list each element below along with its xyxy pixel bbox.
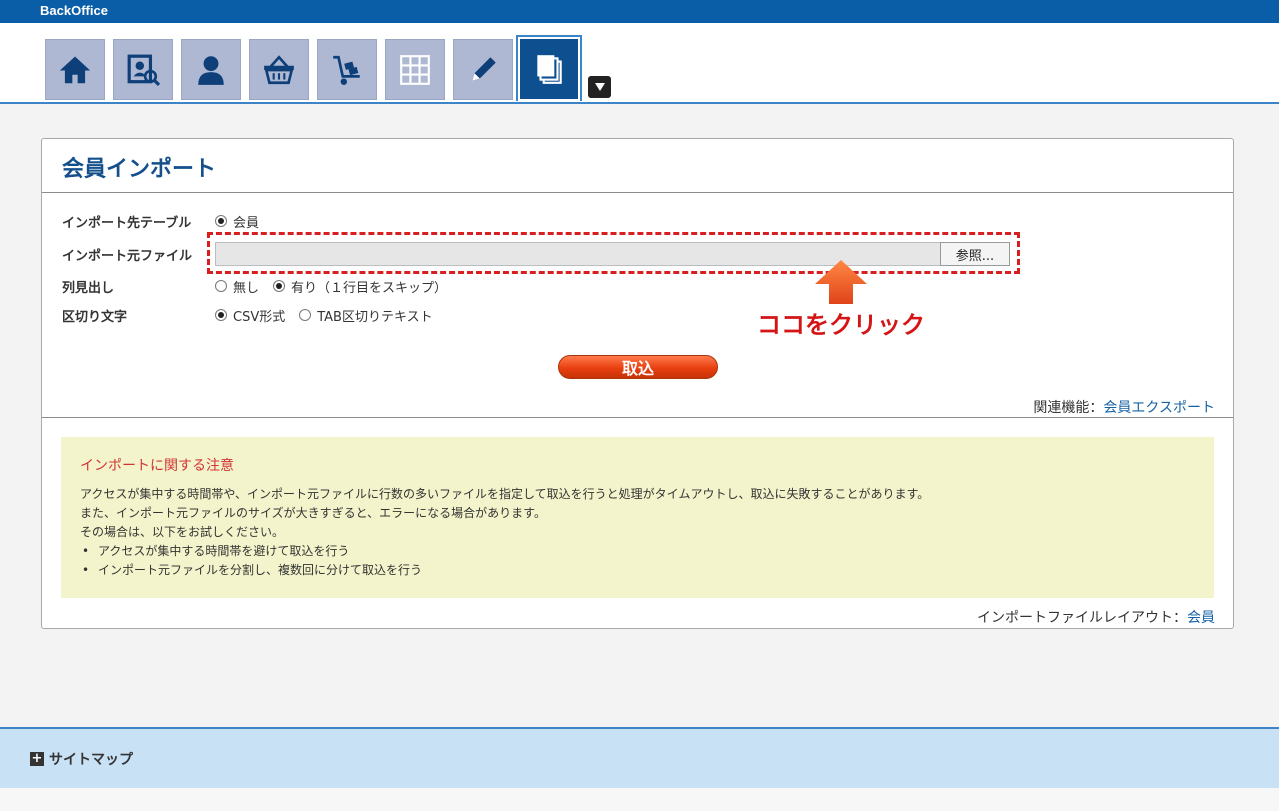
footer: + サイトマップ (0, 727, 1279, 788)
basket-icon (264, 54, 294, 84)
notice-list: アクセスが集中する時間帯を避けて取込を行う インポート元ファイルを分割し、複数回… (80, 542, 1195, 580)
header-option-none[interactable]: 無し (215, 277, 259, 296)
notice-bullet: アクセスが集中する時間帯を避けて取込を行う (80, 542, 1195, 561)
notice-line: また、インポート元ファイルのサイズが大きすぎると、エラーになる場合があります。 (80, 506, 546, 520)
member-search-icon (127, 54, 160, 86)
plus-icon: + (30, 751, 44, 766)
import-panel: 会員インポート インポート先テーブル 会員 インポート元ファイル 参照... コ… (41, 138, 1234, 629)
sitemap-toggle[interactable]: + サイトマップ (30, 749, 133, 769)
import-submit-button[interactable]: 取込 (558, 355, 718, 379)
delimiter-row: 区切り文字 CSV形式 TAB区切りテキスト (62, 305, 447, 325)
import-export-button[interactable] (516, 35, 582, 101)
main-toolbar (0, 23, 1279, 104)
header-label: 列見出し (62, 280, 115, 296)
member-button[interactable] (181, 39, 241, 100)
member-layout-link[interactable]: 会員 (1187, 610, 1215, 626)
top-bar: BackOffice (0, 0, 1279, 23)
cart-icon (333, 55, 360, 85)
delimiter-option-csv[interactable]: CSV形式 (215, 306, 285, 325)
notice-line: アクセスが集中する時間帯や、インポート元ファイルに行数の多いファイルを指定して取… (80, 487, 930, 501)
person-icon (198, 55, 224, 85)
member-export-link[interactable]: 会員エクスポート (1103, 400, 1215, 416)
pencil-icon (472, 56, 496, 81)
bottom-strip (0, 788, 1279, 811)
title-divider (42, 192, 1233, 193)
order-button[interactable] (249, 39, 309, 100)
shipping-button[interactable] (317, 39, 377, 100)
home-icon (59, 56, 91, 83)
file-row: インポート元ファイル (62, 244, 215, 264)
home-button[interactable] (45, 39, 105, 100)
page-title: 会員インポート (62, 157, 217, 182)
radio-selected (273, 280, 286, 292)
grid-icon (400, 54, 430, 85)
browse-button[interactable]: 参照... (940, 242, 1010, 266)
notice-line: その場合は、以下をお試しください。 (80, 525, 285, 539)
header-option-yes[interactable]: 有り（１行目をスキップ） (273, 277, 447, 296)
table-label: インポート先テーブル (62, 215, 192, 231)
active-tab-fill (520, 39, 578, 99)
toolbar-dropdown-button[interactable] (588, 76, 611, 98)
radio-unselected (299, 309, 312, 321)
app-brand[interactable]: BackOffice (40, 3, 108, 18)
delimiter-label: 区切り文字 (62, 309, 128, 325)
import-notice: インポートに関する注意 アクセスが集中する時間帯や、インポート元ファイルに行数の… (61, 437, 1214, 598)
section-divider (42, 417, 1233, 418)
table-option-member[interactable]: 会員 (215, 212, 259, 231)
documents-icon (537, 55, 562, 84)
import-layout-ref: インポートファイルレイアウト：会員 (977, 610, 1215, 626)
edit-button[interactable] (453, 39, 513, 100)
related-functions: 関連機能：会員エクスポート (1033, 400, 1215, 416)
delimiter-option-tab[interactable]: TAB区切りテキスト (299, 306, 433, 325)
table-button[interactable] (385, 39, 445, 100)
radio-unselected (215, 280, 227, 292)
caret-down-icon (594, 83, 605, 91)
notice-title: インポートに関する注意 (80, 458, 234, 474)
click-here-annotation: ココをクリック (757, 311, 925, 339)
member-search-button[interactable] (113, 39, 173, 100)
notice-bullet: インポート元ファイルを分割し、複数回に分けて取込を行う (80, 561, 1195, 580)
up-arrow-icon (815, 260, 867, 304)
radio-selected (215, 215, 227, 227)
header-row: 列見出し 無し 有り（１行目をスキップ） (62, 276, 461, 296)
radio-selected (215, 309, 227, 321)
table-row: インポート先テーブル 会員 (62, 211, 273, 231)
file-label: インポート元ファイル (62, 248, 193, 264)
